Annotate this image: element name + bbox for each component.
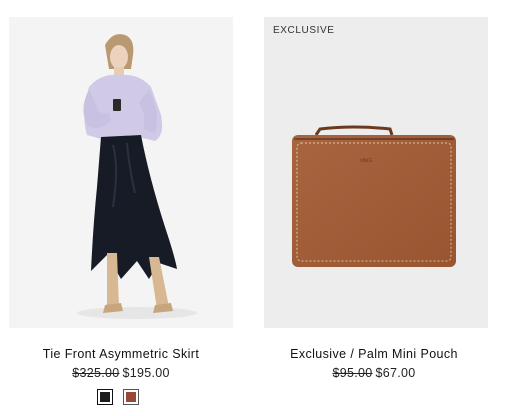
original-price: $95.00 [332, 366, 373, 380]
sale-price: $195.00 [122, 366, 170, 380]
product-image-pouch[interactable]: EXCLUSIVE VINCE [264, 17, 488, 328]
product-image-skirt[interactable] [9, 17, 233, 328]
swatch-rust-fill [126, 392, 136, 402]
product-price-pouch: $95.00 $67.00 [249, 366, 499, 380]
skirt-model-illustration [77, 34, 197, 319]
exclusive-badge: EXCLUSIVE [273, 25, 335, 36]
pouch-illustration: VINCE [292, 125, 456, 267]
product-price-skirt: $325.00 $195.00 [0, 366, 246, 380]
swatch-rust[interactable] [123, 389, 139, 405]
color-swatches [97, 389, 139, 405]
sale-price: $67.00 [375, 366, 416, 380]
swatch-black-fill [100, 392, 110, 402]
product-card-pouch[interactable]: EXCLUSIVE VINCE [264, 17, 488, 328]
swatch-black[interactable] [97, 389, 113, 405]
original-price: $325.00 [72, 366, 120, 380]
product-title-pouch[interactable]: Exclusive / Palm Mini Pouch [249, 347, 499, 361]
product-card-skirt[interactable] [9, 17, 233, 328]
product-title-skirt[interactable]: Tie Front Asymmetric Skirt [0, 347, 246, 361]
